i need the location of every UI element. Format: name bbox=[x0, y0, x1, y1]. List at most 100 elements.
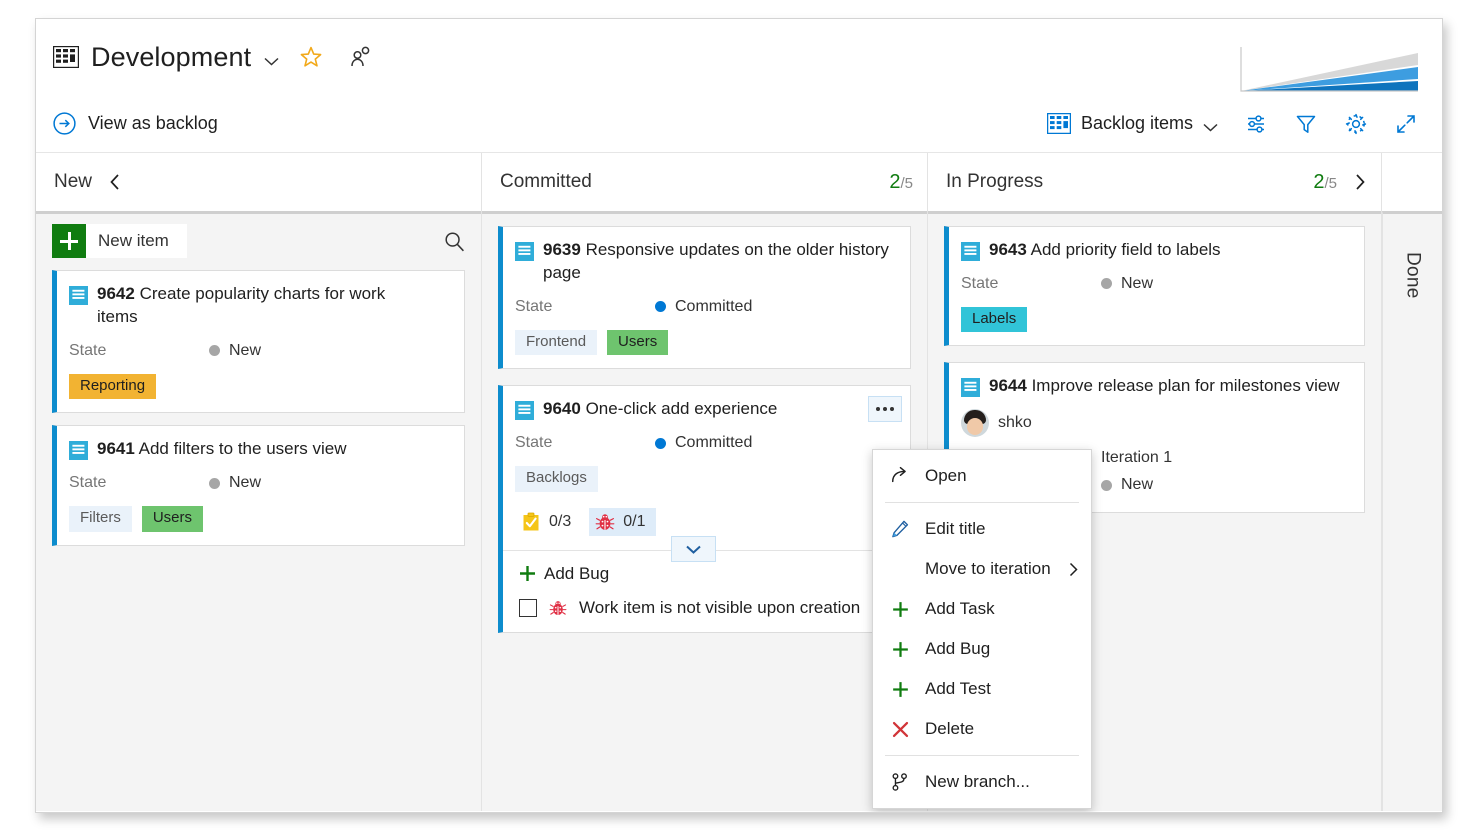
card-title: 9643 Add priority field to labels bbox=[989, 239, 1221, 262]
menu-item-add-bug[interactable]: Add Bug bbox=[873, 629, 1091, 669]
menu-item-label: Open bbox=[925, 466, 967, 485]
column-body-committed: 9639 Responsive updates on the older his… bbox=[482, 211, 927, 811]
card-tags: Filters Users bbox=[69, 506, 450, 532]
board-identity: Development bbox=[52, 42, 373, 73]
sliders-icon[interactable] bbox=[1244, 112, 1268, 136]
card-context-menu[interactable]: Open Edit title Move to iteration Add Ta… bbox=[872, 449, 1092, 809]
wip-limit: /5 bbox=[1324, 174, 1337, 192]
card-assignee-row: shko bbox=[961, 409, 1350, 438]
tag-chip[interactable]: Filters bbox=[69, 506, 132, 532]
card-9642[interactable]: 9642 Create popularity charts for work i… bbox=[52, 270, 465, 414]
menu-item-delete[interactable]: Delete bbox=[873, 709, 1091, 749]
state-label: State bbox=[961, 274, 999, 292]
wip-current: 2 bbox=[889, 170, 901, 193]
page-title[interactable]: Development bbox=[91, 42, 251, 73]
card-state-row: State Committed bbox=[515, 434, 896, 452]
new-item-button[interactable]: New item bbox=[52, 224, 187, 258]
tag-chip[interactable]: Frontend bbox=[515, 329, 598, 356]
card-9640[interactable]: 9640 One-click add experience State Comm… bbox=[498, 385, 911, 633]
card-9639[interactable]: 9639 Responsive updates on the older his… bbox=[498, 226, 911, 370]
card-title-text: Improve release plan for milestones view bbox=[1031, 376, 1340, 396]
people-icon[interactable] bbox=[349, 45, 373, 69]
view-as-backlog-button[interactable]: View as backlog bbox=[53, 112, 218, 135]
column-wip-count: 2/5 bbox=[889, 171, 913, 194]
view-as-backlog-label: View as backlog bbox=[88, 113, 218, 133]
star-icon[interactable] bbox=[299, 45, 323, 69]
visibility-checkbox-row[interactable]: Work item is not visible upon creation bbox=[519, 598, 894, 618]
blank-icon bbox=[889, 558, 911, 580]
tag-chip[interactable]: Users bbox=[607, 329, 669, 356]
card-context-menu-button[interactable] bbox=[868, 396, 902, 423]
backlog-level-picker[interactable]: Backlog items bbox=[1046, 112, 1218, 135]
visibility-checkbox-label: Work item is not visible upon creation bbox=[579, 597, 861, 617]
board-column-done[interactable]: Done bbox=[1382, 153, 1442, 811]
funnel-icon[interactable] bbox=[1294, 112, 1318, 136]
new-item-row: New item bbox=[52, 224, 465, 258]
card-9641[interactable]: 9641 Add filters to the users view State… bbox=[52, 425, 465, 546]
checkbox-unchecked-icon[interactable] bbox=[519, 598, 537, 617]
bug-icon bbox=[549, 599, 567, 617]
card-title: 9644 Improve release plan for milestones… bbox=[989, 375, 1340, 398]
bug-icon bbox=[595, 512, 615, 532]
card-title-text: Create popularity charts for work items bbox=[97, 284, 386, 326]
status-dot bbox=[209, 477, 220, 489]
add-bug-button[interactable]: Add Bug bbox=[519, 564, 894, 584]
card-counters: 0/3 0/1 bbox=[515, 507, 896, 563]
tag-chip[interactable]: Labels bbox=[961, 306, 1028, 333]
expand-add-panel-button[interactable] bbox=[671, 536, 716, 563]
chevron-down-icon[interactable] bbox=[264, 53, 279, 66]
backlog-item-icon bbox=[69, 286, 88, 305]
menu-separator bbox=[885, 755, 1079, 756]
menu-item-new-branch[interactable]: New branch... bbox=[873, 762, 1091, 802]
card-tags: Reporting bbox=[69, 373, 450, 400]
menu-item-edit-title[interactable]: Edit title bbox=[873, 509, 1091, 549]
tag-chip[interactable]: Reporting bbox=[69, 373, 157, 400]
card-id: 9639 bbox=[543, 240, 581, 259]
add-bug-label: Add Bug bbox=[544, 563, 610, 583]
column-title: In Progress bbox=[946, 171, 1044, 192]
card-id: 9642 bbox=[97, 284, 135, 303]
status-dot bbox=[655, 437, 666, 449]
gear-icon[interactable] bbox=[1344, 112, 1368, 136]
menu-item-add-task[interactable]: Add Task bbox=[873, 589, 1091, 629]
task-checklist-icon bbox=[521, 512, 541, 532]
column-wip-count: 2/5 bbox=[1313, 171, 1337, 194]
plus-icon bbox=[52, 224, 86, 258]
ellipsis-icon bbox=[890, 407, 894, 412]
card-id: 9640 bbox=[543, 399, 581, 419]
task-counter[interactable]: 0/3 bbox=[515, 508, 581, 536]
tag-chip[interactable]: Users bbox=[141, 506, 204, 532]
backlog-item-icon bbox=[515, 401, 534, 421]
column-title: Committed bbox=[500, 171, 592, 192]
menu-item-move-to-iteration[interactable]: Move to iteration bbox=[873, 549, 1091, 589]
menu-item-label: Add Bug bbox=[925, 639, 991, 658]
menu-item-open[interactable]: Open bbox=[873, 456, 1091, 496]
state-value: New bbox=[229, 341, 262, 359]
bug-counter[interactable]: 0/1 bbox=[589, 507, 656, 536]
card-tags: Frontend Users bbox=[515, 329, 896, 356]
column-body-done[interactable]: Done bbox=[1382, 211, 1442, 811]
card-state-row: State Committed bbox=[515, 298, 896, 316]
menu-item-add-test[interactable]: Add Test bbox=[873, 669, 1091, 709]
expand-diagonal-icon[interactable] bbox=[1394, 112, 1418, 136]
card-title-row: 9642 Create popularity charts for work i… bbox=[69, 283, 450, 329]
card-title-text: One-click add experience bbox=[585, 399, 778, 419]
cumulative-flow-chart[interactable] bbox=[1233, 45, 1418, 99]
card-9643[interactable]: 9643 Add priority field to labels State … bbox=[944, 226, 1365, 347]
pencil-icon bbox=[889, 518, 911, 540]
column-title: New bbox=[54, 171, 93, 192]
card-state-row: State New bbox=[69, 474, 450, 492]
board-column-new: New New item 9642 Create popularity char… bbox=[36, 153, 482, 811]
chevron-right-icon[interactable] bbox=[1353, 173, 1367, 191]
tag-chip[interactable]: Backlogs bbox=[515, 466, 598, 492]
card-title-row: 9641 Add filters to the users view bbox=[69, 438, 450, 461]
avatar[interactable] bbox=[961, 409, 989, 438]
page-header: Development bbox=[36, 19, 1442, 99]
column-header-new: New bbox=[36, 153, 481, 211]
plus-icon bbox=[889, 678, 911, 700]
search-icon[interactable] bbox=[444, 231, 465, 252]
card-title-row: 9640 One-click add experience bbox=[515, 398, 896, 421]
toolbar-actions: Backlog items bbox=[1046, 112, 1418, 136]
chevron-left-icon[interactable] bbox=[108, 173, 122, 191]
state-value: New bbox=[229, 474, 262, 492]
